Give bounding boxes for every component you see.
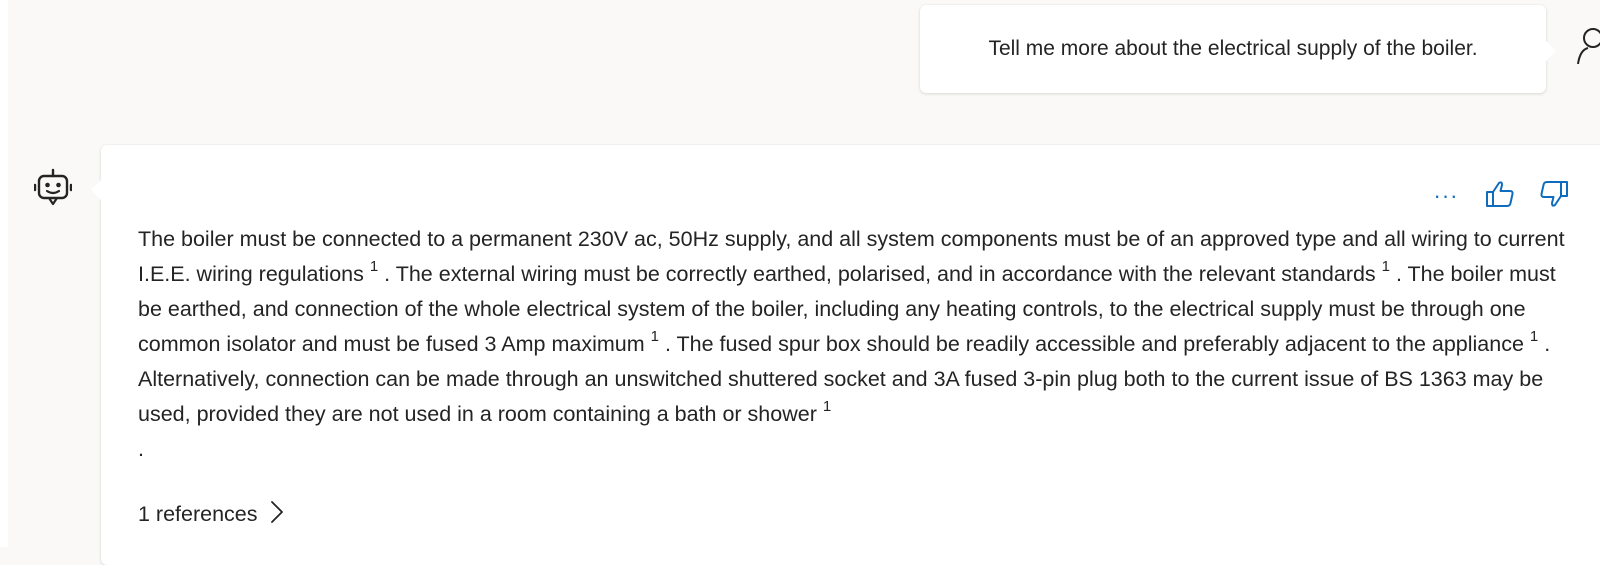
citation-marker[interactable]: 1 xyxy=(823,398,831,415)
bot-answer-text: The boiler must be connected to a perman… xyxy=(138,222,1578,467)
thumbs-down-button[interactable] xyxy=(1536,178,1572,214)
citation-marker[interactable]: 1 xyxy=(370,258,378,275)
answer-segment: . The external wiring must be correctly … xyxy=(378,262,1382,286)
thumbs-up-button[interactable] xyxy=(1482,178,1518,214)
user-message-bubble: Tell me more about the electrical supply… xyxy=(920,5,1556,93)
thumbs-down-icon xyxy=(1539,180,1569,213)
person-icon xyxy=(1576,24,1600,65)
message-actions: ··· xyxy=(1428,178,1572,214)
citation-marker[interactable]: 1 xyxy=(1530,328,1538,345)
chevron-right-icon xyxy=(270,498,284,530)
references-toggle[interactable]: 1 references xyxy=(138,498,284,530)
left-panel-edge xyxy=(0,0,8,547)
bot-icon xyxy=(33,168,73,208)
more-options-label: ··· xyxy=(1433,183,1459,208)
more-options-button[interactable]: ··· xyxy=(1428,178,1464,214)
user-message-text: Tell me more about the electrical supply… xyxy=(988,37,1478,60)
references-label: 1 references xyxy=(138,501,258,526)
citation-marker[interactable]: 1 xyxy=(651,328,659,345)
answer-trailing-period: . xyxy=(138,437,144,461)
citation-marker[interactable]: 1 xyxy=(1382,258,1390,275)
thumbs-up-icon xyxy=(1485,180,1515,213)
answer-segment: . The fused spur box should be readily a… xyxy=(658,332,1530,356)
